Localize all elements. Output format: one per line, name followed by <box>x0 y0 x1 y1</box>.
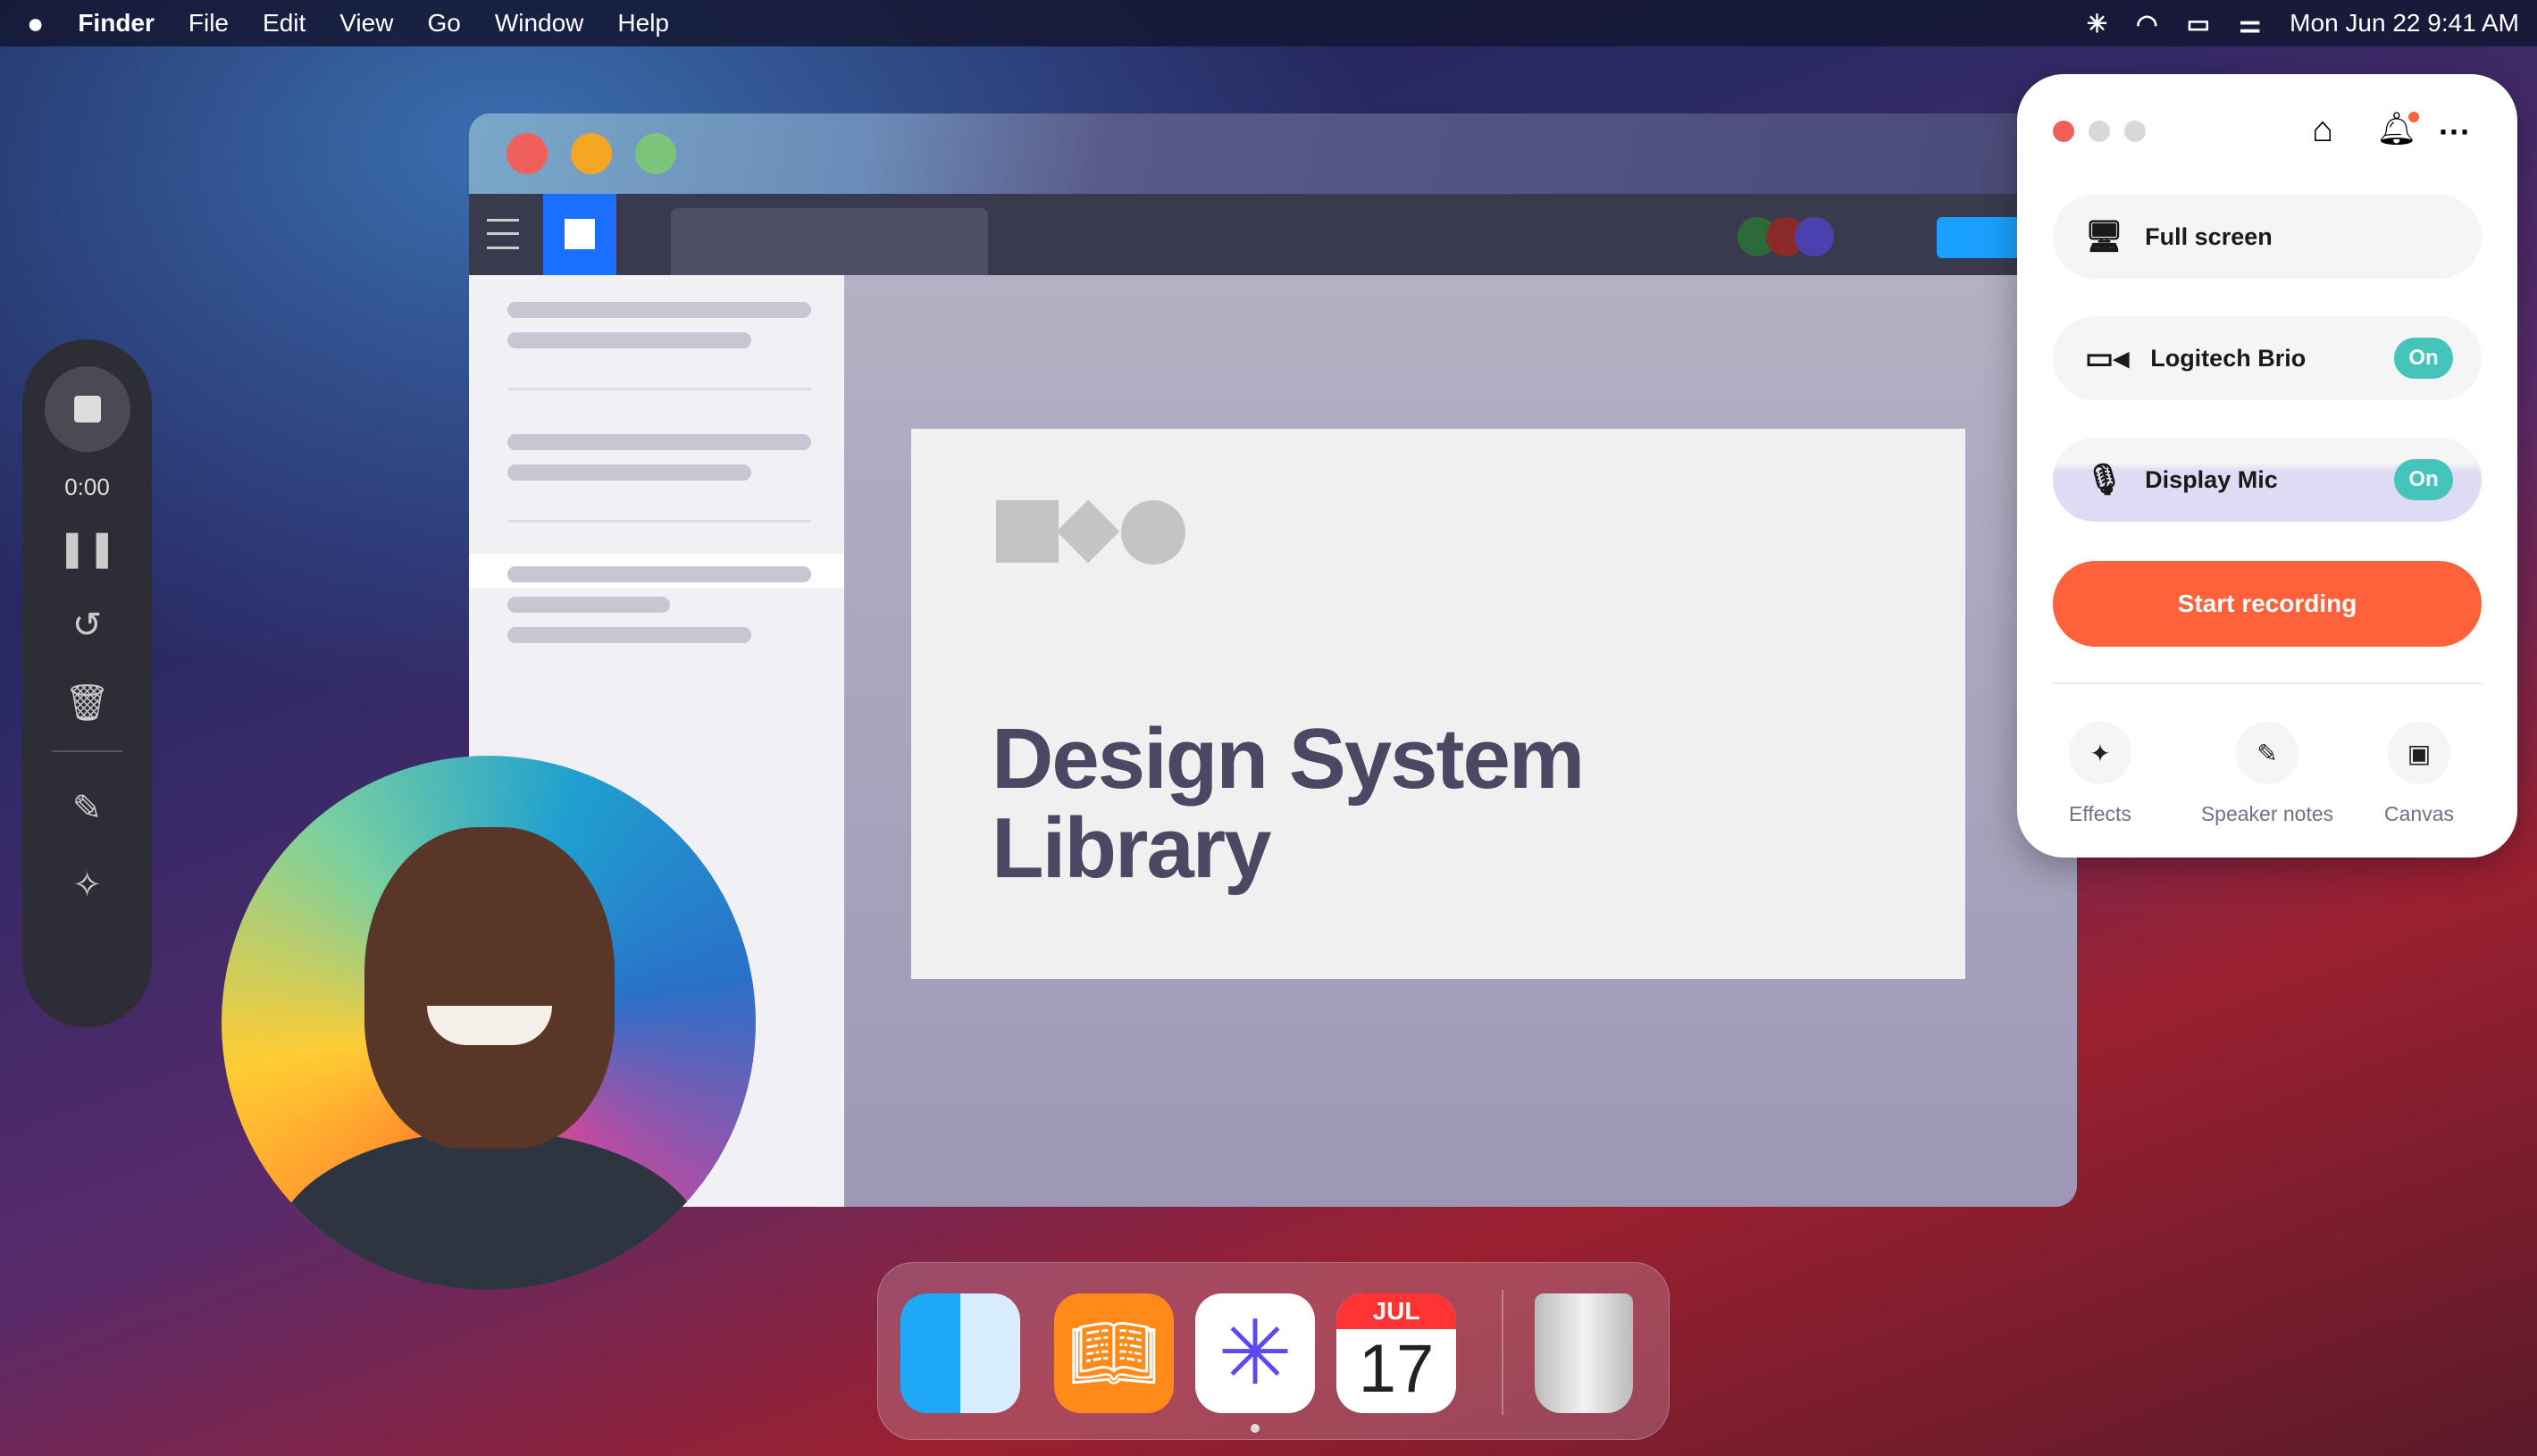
restart-icon[interactable]: ↺ <box>72 605 103 646</box>
full-screen-option[interactable]: 🖥︎ Full screen <box>2053 195 2482 279</box>
camera-toggle[interactable]: On <box>2394 338 2453 379</box>
menu-file[interactable]: File <box>188 9 229 38</box>
title-bar <box>469 113 2077 194</box>
minimize-button[interactable] <box>571 133 612 174</box>
trash-icon[interactable]: 🗑 <box>64 682 110 724</box>
zoom-button[interactable] <box>635 133 676 174</box>
panel-zoom-button[interactable] <box>2124 121 2146 142</box>
slide-canvas[interactable]: Design System Library <box>911 429 1965 979</box>
camera-option[interactable]: ▭◂ Logitech Brio On <box>2053 316 2482 400</box>
more-icon[interactable]: ··· <box>2439 113 2471 151</box>
menu-help[interactable]: Help <box>617 9 669 38</box>
bell-icon[interactable]: 🔔︎ <box>2376 110 2419 147</box>
dock: 📖︎ ✳ JUL 17 <box>877 1262 1670 1440</box>
menu-edit[interactable]: Edit <box>263 9 306 38</box>
effects-wand-icon[interactable]: ✧ <box>72 865 103 906</box>
pause-icon[interactable]: ❚❚ <box>57 528 117 569</box>
menu-app-finder[interactable]: Finder <box>78 9 155 38</box>
battery-icon[interactable]: ▭ <box>2187 9 2210 38</box>
app-logo-button[interactable] <box>543 194 616 275</box>
slide-title: Design System Library <box>992 711 1585 896</box>
finder-app-icon[interactable] <box>900 1293 1020 1413</box>
wifi-icon[interactable]: ◠ <box>2136 9 2157 38</box>
search-field[interactable] <box>671 208 988 275</box>
stop-button[interactable] <box>44 366 130 452</box>
brightness-icon[interactable]: ✳ <box>2087 9 2107 38</box>
mic-toggle[interactable]: On <box>2394 459 2453 500</box>
placeholder-line <box>507 434 811 450</box>
image-icon: ▣ <box>2388 722 2450 784</box>
placeholder-line <box>507 627 751 643</box>
panel-close-button[interactable] <box>2053 121 2074 142</box>
panel-minimize-button[interactable] <box>2089 121 2110 142</box>
apple-menu-icon[interactable]: ● <box>27 7 44 40</box>
toolbar <box>469 194 2077 275</box>
recorder-app-icon[interactable]: ✳ <box>1195 1293 1315 1413</box>
microphone-icon: 🎙︎ <box>2085 463 2124 497</box>
books-app-icon[interactable]: 📖︎ <box>1054 1293 1174 1413</box>
collaborator-avatars[interactable] <box>1737 217 1836 256</box>
menu-window[interactable]: Window <box>495 9 584 38</box>
video-camera-icon: ▭◂ <box>2085 341 2130 375</box>
canvas-button[interactable]: ▣ Canvas <box>2343 722 2495 826</box>
running-indicator <box>1251 1424 1260 1433</box>
placeholder-line <box>507 464 751 481</box>
effects-button[interactable]: ✦ Effects <box>2024 722 2176 826</box>
sparkles-icon: ✦ <box>2069 722 2131 784</box>
menu-view[interactable]: View <box>339 9 393 38</box>
calendar-app-icon[interactable]: JUL 17 <box>1336 1293 1456 1413</box>
placeholder-line <box>507 332 751 348</box>
recording-timer: 0:00 <box>64 473 110 500</box>
menu-bar: ● Finder File Edit View Go Window Help ✳… <box>0 0 2537 46</box>
stop-icon <box>73 396 101 423</box>
trash-app-icon[interactable] <box>1535 1293 1633 1413</box>
home-icon[interactable]: ⌂ <box>2312 110 2333 150</box>
edit-note-icon: ✎ <box>2236 722 2298 784</box>
hamburger-menu-icon[interactable] <box>487 219 519 249</box>
monitor-icon: 🖥︎ <box>2085 220 2124 254</box>
webcam-bubble[interactable] <box>222 756 756 1290</box>
recorder-panel: ⌂ 🔔︎ ··· 🖥︎ Full screen ▭◂ Logitech Brio… <box>2017 74 2517 858</box>
mic-option[interactable]: 🎙︎ Display Mic On <box>2053 438 2482 522</box>
menu-go[interactable]: Go <box>427 9 460 38</box>
speaker-notes-button[interactable]: ✎ Speaker notes <box>2191 722 2343 826</box>
placeholder-line <box>507 597 670 613</box>
control-center-icon[interactable]: ⚌ <box>2239 9 2261 38</box>
placeholder-line <box>507 302 811 318</box>
placeholder-line <box>507 566 811 582</box>
close-button[interactable] <box>507 133 548 174</box>
clock[interactable]: Mon Jun 22 9:41 AM <box>2290 9 2519 38</box>
pen-icon[interactable]: ✎ <box>72 788 103 829</box>
start-recording-button[interactable]: Start recording <box>2053 561 2482 647</box>
recording-controls: 0:00 ❚❚ ↺ 🗑 ✎ ✧ <box>22 339 152 1027</box>
